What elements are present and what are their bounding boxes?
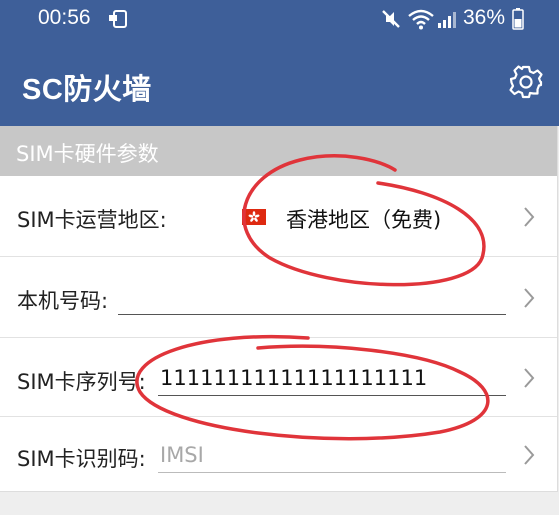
- app-title: SC防火墙: [22, 74, 152, 106]
- sim-params-card: SIM卡硬件参数 SIM卡运营地区: 香港地区（免费) 本机号码: SIM卡序列…: [0, 126, 558, 492]
- status-bar: 00:56 36%: [0, 0, 559, 40]
- chevron-right-icon: [524, 207, 535, 227]
- row-sim-region[interactable]: SIM卡运营地区: 香港地区（免费): [0, 176, 557, 257]
- status-time: 00:56: [38, 6, 91, 29]
- sim-serial-underline: [158, 395, 506, 396]
- sim-serial-field[interactable]: 11111111111111111111: [160, 366, 427, 390]
- sim-region-label: SIM卡运营地区:: [17, 208, 167, 232]
- signal-icon: [438, 12, 456, 28]
- sim-serial-label: SIM卡序列号:: [17, 370, 146, 394]
- notification-icon: [109, 10, 127, 28]
- mute-icon: [382, 10, 400, 28]
- battery-percent: 36%: [463, 6, 506, 29]
- wifi-icon: [408, 9, 434, 30]
- sim-imsi-underline: [158, 472, 506, 473]
- chevron-right-icon: [524, 368, 535, 388]
- chevron-right-icon: [524, 445, 535, 465]
- sim-imsi-label: SIM卡识别码:: [17, 447, 146, 471]
- app-bar: SC防火墙: [0, 40, 559, 126]
- hong-kong-flag-icon: [242, 209, 266, 225]
- row-phone-number[interactable]: 本机号码:: [0, 257, 557, 338]
- battery-icon: [512, 8, 524, 30]
- chevron-right-icon: [524, 288, 535, 308]
- phone-number-underline: [118, 314, 506, 315]
- section-header: SIM卡硬件参数: [0, 126, 557, 176]
- row-sim-imsi[interactable]: SIM卡识别码: IMSI: [0, 417, 557, 491]
- phone-number-label: 本机号码:: [17, 289, 109, 313]
- sim-imsi-field[interactable]: IMSI: [160, 443, 204, 467]
- section-header-label: SIM卡硬件参数: [16, 142, 159, 166]
- sim-region-value: 香港地区（免费): [286, 208, 442, 232]
- gear-icon[interactable]: [508, 64, 544, 100]
- row-sim-serial[interactable]: SIM卡序列号: 11111111111111111111: [0, 338, 557, 417]
